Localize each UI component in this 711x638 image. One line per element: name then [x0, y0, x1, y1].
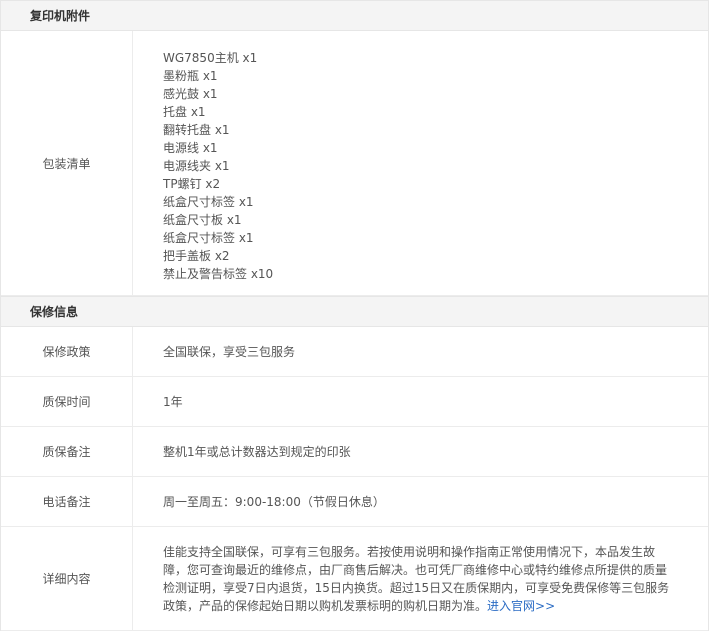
warranty-period-row: 质保时间 1年: [1, 377, 708, 427]
package-list-row: 包装清单 WG7850主机 x1 墨粉瓶 x1 感光鼓 x1 托盘 x1 翻转托…: [1, 31, 708, 296]
warranty-policy-row: 保修政策 全国联保，享受三包服务: [1, 327, 708, 377]
package-item: 纸盒尺寸标签 x1: [163, 195, 254, 209]
warranty-note-row: 质保备注 整机1年或总计数器达到规定的印张: [1, 427, 708, 477]
detail-text-block: 佳能支持全国联保，可享有三包服务。若按使用说明和操作指南正常使用情况下，本品发生…: [163, 543, 671, 615]
package-items: WG7850主机 x1 墨粉瓶 x1 感光鼓 x1 托盘 x1 翻转托盘 x1 …: [163, 49, 273, 283]
detail-row: 详细内容 佳能支持全国联保，可享有三包服务。若按使用说明和操作指南正常使用情况下…: [1, 527, 708, 631]
phone-note-row: 电话备注 周一至周五：9:00-18:00（节假日休息）: [1, 477, 708, 527]
official-site-link[interactable]: 进入官网>>: [487, 599, 555, 613]
package-item: 翻转托盘 x1: [163, 123, 230, 137]
warranty-note-value: 整机1年或总计数器达到规定的印张: [163, 445, 351, 459]
package-item: WG7850主机 x1: [163, 51, 258, 65]
detail-value: 佳能支持全国联保，可享有三包服务。若按使用说明和操作指南正常使用情况下，本品发生…: [133, 527, 708, 630]
package-item: 把手盖板 x2: [163, 249, 230, 263]
warranty-period-value: 1年: [163, 395, 183, 409]
package-item: 电源线 x1: [163, 141, 218, 155]
package-item: TP螺钉 x2: [163, 177, 221, 191]
warranty-policy-label: 保修政策: [1, 327, 133, 376]
package-item: 纸盒尺寸标签 x1: [163, 231, 254, 245]
package-item: 电源线夹 x1: [163, 159, 230, 173]
package-list-label: 包装清单: [1, 31, 133, 295]
section-header-warranty: 保修信息: [1, 296, 708, 327]
detail-label: 详细内容: [1, 527, 133, 630]
package-item: 禁止及警告标签 x10: [163, 267, 274, 281]
package-list-value: WG7850主机 x1 墨粉瓶 x1 感光鼓 x1 托盘 x1 翻转托盘 x1 …: [133, 31, 708, 295]
package-item: 感光鼓 x1: [163, 87, 218, 101]
phone-note-value: 周一至周五：9:00-18:00（节假日休息）: [163, 495, 385, 509]
detail-text: 佳能支持全国联保，可享有三包服务。若按使用说明和操作指南正常使用情况下，本品发生…: [163, 544, 670, 613]
warranty-note-label: 质保备注: [1, 427, 133, 476]
package-item: 纸盒尺寸板 x1: [163, 213, 242, 227]
spec-table: 复印机附件 包装清单 WG7850主机 x1 墨粉瓶 x1 感光鼓 x1 托盘 …: [0, 0, 709, 631]
warranty-policy-value: 全国联保，享受三包服务: [163, 345, 296, 359]
package-item: 托盘 x1: [163, 105, 206, 119]
warranty-period-label: 质保时间: [1, 377, 133, 426]
section-header-accessories: 复印机附件: [1, 0, 708, 31]
phone-note-label: 电话备注: [1, 477, 133, 526]
package-item: 墨粉瓶 x1: [163, 69, 218, 83]
